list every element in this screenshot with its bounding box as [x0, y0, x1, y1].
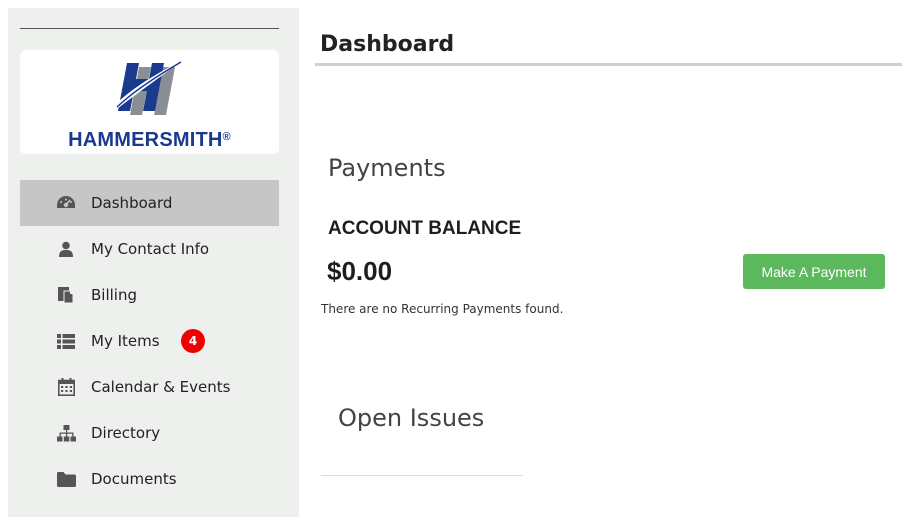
- account-balance-label: ACCOUNT BALANCE: [328, 218, 522, 239]
- sidebar-item-label: Calendar & Events: [91, 378, 231, 396]
- sidebar-item-label: My Items: [91, 332, 160, 350]
- sidebar-item-label: Directory: [91, 424, 161, 442]
- sidebar-item-label: Documents: [91, 470, 177, 488]
- dashboard-gauge-icon: [56, 194, 76, 212]
- open-issues-heading: Open Issues: [338, 404, 485, 432]
- folder-icon: [56, 470, 76, 488]
- sidebar-nav: Dashboard My Contact Info Billing My Ite…: [20, 180, 279, 502]
- sidebar: HAMMERSMITH® Dashboard My Contact Info B…: [8, 8, 299, 517]
- sidebar-item-label: My Contact Info: [91, 240, 210, 258]
- logo-wordmark: HAMMERSMITH®: [68, 129, 231, 151]
- sidebar-item-calendar-events[interactable]: Calendar & Events: [20, 364, 279, 410]
- sidebar-item-directory[interactable]: Directory: [20, 410, 279, 456]
- billing-files-icon: [56, 286, 76, 304]
- items-count-badge: 4: [181, 329, 205, 353]
- sidebar-item-dashboard[interactable]: Dashboard: [20, 180, 279, 226]
- sidebar-item-my-items[interactable]: My Items 4: [20, 318, 279, 364]
- no-recurring-payments-message: There are no Recurring Payments found.: [321, 302, 564, 316]
- make-a-payment-button[interactable]: Make A Payment: [743, 254, 885, 289]
- hammersmith-logo-icon: [115, 61, 182, 115]
- list-icon: [56, 332, 76, 350]
- logo[interactable]: HAMMERSMITH®: [20, 50, 279, 154]
- page-title: Dashboard: [320, 32, 455, 57]
- calendar-icon: [56, 378, 76, 396]
- sidebar-item-label: Billing: [91, 286, 137, 304]
- title-divider: [315, 63, 902, 66]
- sidebar-item-billing[interactable]: Billing: [20, 272, 279, 318]
- sidebar-item-my-contact-info[interactable]: My Contact Info: [20, 226, 279, 272]
- open-issues-divider: [321, 475, 523, 476]
- sidebar-item-label: Dashboard: [91, 194, 173, 212]
- account-balance-value: $0.00: [327, 256, 393, 286]
- payments-heading: Payments: [328, 154, 446, 182]
- user-icon: [56, 240, 76, 258]
- sidebar-divider: [20, 28, 279, 29]
- org-chart-icon: [56, 424, 76, 442]
- sidebar-item-documents[interactable]: Documents: [20, 456, 279, 502]
